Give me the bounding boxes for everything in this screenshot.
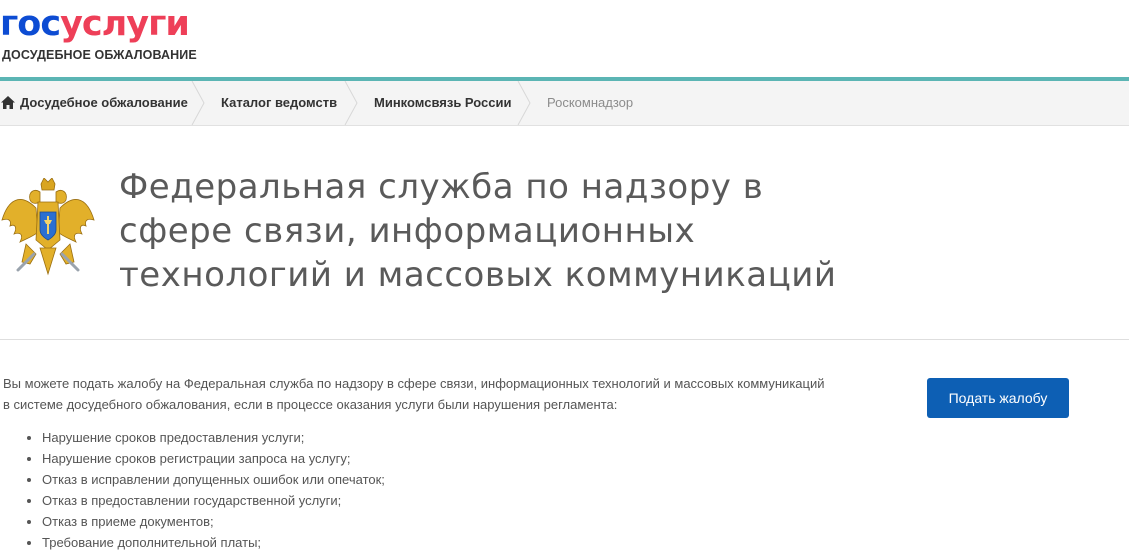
violations-list: Нарушение сроков предоставления услуги; … (23, 427, 385, 553)
logo-gos: гос (0, 4, 61, 44)
breadcrumb-separator-icon (517, 81, 531, 125)
breadcrumb-item-current: Роскомнадзор (547, 95, 634, 110)
logo-uslugi: услуги (60, 4, 190, 44)
section-divider (0, 339, 1129, 340)
list-item: Отказ в исправлении допущенных ошибок ил… (42, 469, 385, 490)
list-item: Нарушение сроков регистрации запроса на … (42, 448, 385, 469)
logo-subtitle: ДОСУДЕБНОЕ ОБЖАЛОВАНИЕ (2, 48, 197, 62)
list-item: Нарушение сроков предоставления услуги; (42, 427, 385, 448)
site-header: госуслуги ДОСУДЕБНОЕ ОБЖАЛОВАНИЕ (0, 0, 1129, 77)
logo-wordmark: госуслуги (0, 4, 190, 44)
list-item: Требование дополнительной платы; (42, 532, 385, 553)
double-headed-eagle-emblem-icon (1, 178, 95, 276)
breadcrumb-separator-icon (191, 81, 205, 125)
breadcrumb-separator-icon (344, 81, 358, 125)
breadcrumb: Досудебное обжалование Каталог ведомств … (0, 81, 1129, 126)
gosuslugi-logo[interactable]: госуслуги ДОСУДЕБНОЕ ОБЖАЛОВАНИЕ (0, 4, 197, 62)
intro-text: Вы можете подать жалобу на Федеральная с… (3, 376, 825, 412)
file-complaint-button[interactable]: Подать жалобу (927, 378, 1069, 418)
list-item: Отказ в приеме документов; (42, 511, 385, 532)
breadcrumb-item-catalog[interactable]: Каталог ведомств (221, 81, 337, 125)
page-title: Федеральная служба по надзору в сфере св… (119, 167, 837, 295)
breadcrumb-item-appeal[interactable]: Досудебное обжалование (20, 81, 188, 125)
list-item: Отказ в предоставлении государственной у… (42, 490, 385, 511)
breadcrumb-item-ministry[interactable]: Минкомсвязь России (374, 81, 511, 125)
home-icon[interactable] (1, 96, 15, 109)
